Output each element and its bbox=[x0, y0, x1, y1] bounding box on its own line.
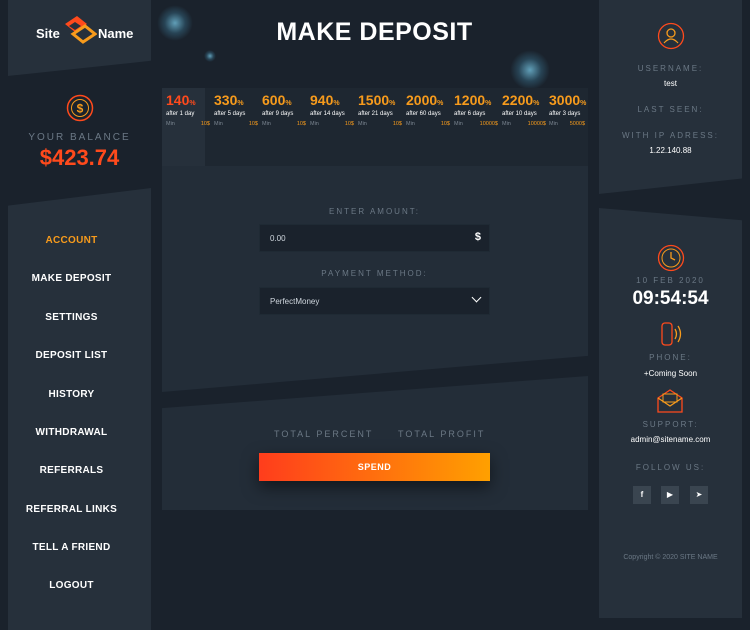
support-label: SUPPORT: bbox=[642, 420, 699, 429]
total-profit-label: TOTAL PROFIT bbox=[398, 429, 486, 439]
plan-term: after 9 days bbox=[262, 111, 294, 117]
menu-item-account[interactable]: ACCOUNT bbox=[0, 235, 143, 246]
plan-option[interactable]: 1500% after 21 days Min 10$ bbox=[358, 92, 404, 127]
logo-text-name: Name bbox=[98, 26, 134, 41]
username-label: USERNAME: bbox=[637, 64, 704, 73]
youtube-icon[interactable]: ▶ bbox=[661, 486, 679, 504]
date-label: 10 FEB 2020 bbox=[636, 276, 705, 285]
sidebar-menu bbox=[8, 188, 151, 630]
deposit-form-panel bbox=[162, 166, 588, 392]
plan-term: after 10 days bbox=[502, 111, 537, 117]
spend-button[interactable]: SPEND bbox=[259, 453, 490, 481]
amount-value: 0.00 bbox=[270, 234, 286, 243]
total-percent-label: TOTAL PERCENT bbox=[274, 429, 374, 439]
ip-value: 1.22.140.88 bbox=[649, 146, 692, 155]
plan-percent: 1500% bbox=[358, 92, 396, 108]
amount-input[interactable]: 0.00 $ bbox=[259, 224, 490, 252]
plan-term: after 5 days bbox=[214, 111, 246, 117]
menu-item-make-deposit[interactable]: MAKE DEPOSIT bbox=[0, 273, 143, 284]
plan-option[interactable]: 2200% after 10 days Min 10000$ bbox=[502, 92, 548, 127]
plan-percent: 600% bbox=[262, 92, 292, 108]
user-icon bbox=[657, 22, 685, 50]
plan-term: after 14 days bbox=[310, 111, 345, 117]
menu-item-deposit-list[interactable]: DEPOSIT LIST bbox=[0, 350, 143, 361]
background-glow bbox=[204, 50, 216, 62]
follow-label: FOLLOW US: bbox=[635, 463, 706, 472]
plan-limit: Min 10$ bbox=[406, 121, 450, 127]
plan-limit: Min 10$ bbox=[214, 121, 258, 127]
support-email[interactable]: admin@sitename.com bbox=[599, 435, 742, 444]
logo-mark-icon bbox=[65, 16, 97, 44]
copyright-text: Copyright © 2020 SITE NAME bbox=[623, 554, 718, 561]
telegram-icon[interactable]: ➤ bbox=[690, 486, 708, 504]
logo-text-site: Site bbox=[36, 26, 60, 41]
balance-value: $423.74 bbox=[39, 145, 120, 170]
plan-term: after 6 days bbox=[454, 111, 486, 117]
plan-term: after 1 day bbox=[166, 111, 195, 117]
payment-method-value: PerfectMoney bbox=[270, 297, 320, 306]
page-title: MAKE DEPOSIT bbox=[276, 18, 473, 46]
site-logo[interactable]: Site Name bbox=[8, 14, 151, 54]
dollar-icon: $ bbox=[474, 231, 481, 243]
mail-icon bbox=[657, 389, 683, 413]
menu-item-logout[interactable]: LOGOUT bbox=[0, 580, 143, 591]
plan-option[interactable]: 940% after 14 days Min 10$ bbox=[310, 92, 356, 127]
last-seen-label: LAST SEEN: bbox=[637, 105, 704, 114]
menu-item-withdrawal[interactable]: WITHDRAWAL bbox=[0, 427, 143, 438]
phone-value: +Coming Soon bbox=[643, 369, 698, 378]
svg-text:$: $ bbox=[77, 102, 84, 116]
phone-icon bbox=[661, 322, 682, 346]
coin-icon: $ bbox=[66, 94, 94, 122]
chevron-down-icon bbox=[471, 292, 482, 303]
background-glow bbox=[157, 5, 193, 41]
background-glow bbox=[510, 50, 550, 90]
plan-limit: Min 10$ bbox=[166, 121, 210, 127]
payment-method-label: PAYMENT METHOD: bbox=[321, 269, 428, 278]
plan-limit: Min 10000$ bbox=[454, 121, 498, 127]
menu-item-history[interactable]: HISTORY bbox=[0, 389, 143, 400]
balance-label: YOUR BALANCE bbox=[28, 132, 131, 143]
username-value: test bbox=[664, 79, 677, 88]
plan-percent: 2200% bbox=[502, 92, 540, 108]
plan-option[interactable]: 140% after 1 day Min 10$ bbox=[166, 92, 212, 127]
spend-panel bbox=[162, 376, 588, 510]
clock-icon bbox=[657, 244, 685, 272]
facebook-icon[interactable]: f bbox=[633, 486, 651, 504]
plan-option[interactable]: 3000% after 3 days Min 5000$ bbox=[549, 92, 587, 127]
plan-option[interactable]: 2000% after 60 days Min 10$ bbox=[406, 92, 452, 127]
menu-item-referral-links[interactable]: REFERRAL LINKS bbox=[0, 504, 143, 515]
plan-term: after 3 days bbox=[549, 111, 581, 117]
plan-limit: Min 10$ bbox=[358, 121, 402, 127]
plan-percent: 2000% bbox=[406, 92, 444, 108]
plan-percent: 3000% bbox=[549, 92, 587, 108]
menu-item-tell-a-friend[interactable]: TELL A FRIEND bbox=[0, 542, 143, 553]
plan-percent: 330% bbox=[214, 92, 244, 108]
plan-option[interactable]: 1200% after 6 days Min 10000$ bbox=[454, 92, 500, 127]
plan-term: after 21 days bbox=[358, 111, 393, 117]
plan-percent: 940% bbox=[310, 92, 340, 108]
plan-limit: Min 10$ bbox=[310, 121, 354, 127]
menu-item-settings[interactable]: SETTINGS bbox=[0, 312, 143, 323]
plan-term: after 60 days bbox=[406, 111, 441, 117]
amount-label: ENTER AMOUNT: bbox=[329, 207, 420, 216]
plan-percent: 1200% bbox=[454, 92, 492, 108]
plan-percent: 140% bbox=[166, 92, 196, 108]
plan-limit: Min 10$ bbox=[262, 121, 306, 127]
ip-label: WITH IP ADRESS: bbox=[622, 131, 719, 140]
payment-method-select[interactable]: PerfectMoney bbox=[259, 287, 490, 315]
plan-option[interactable]: 600% after 9 days Min 10$ bbox=[262, 92, 308, 127]
plan-option[interactable]: 330% after 5 days Min 10$ bbox=[214, 92, 260, 127]
phone-label: PHONE: bbox=[649, 353, 692, 362]
plan-limit: Min 5000$ bbox=[549, 121, 585, 127]
clock-time: 09:54:54 bbox=[632, 288, 709, 309]
menu-item-referrals[interactable]: REFERRALS bbox=[0, 465, 143, 476]
plan-limit: Min 10000$ bbox=[502, 121, 546, 127]
